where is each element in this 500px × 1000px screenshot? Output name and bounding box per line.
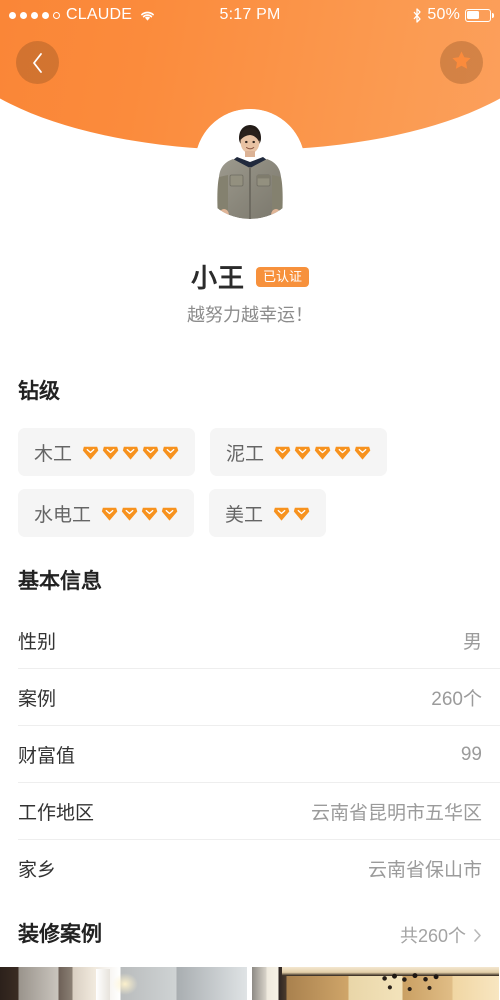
diamond-icon <box>294 446 311 460</box>
info-row: 性别 男 <box>18 612 500 669</box>
case-thumbnail[interactable] <box>0 967 247 1000</box>
bathroom-fixture <box>96 969 110 1000</box>
status-bar-left: CLAUDE <box>0 6 180 24</box>
skill-tag-row: 水电工 美工 <box>18 489 488 537</box>
battery-percent-label: 50% <box>427 6 460 23</box>
diamond-icon <box>354 446 371 460</box>
skill-tag[interactable]: 水电工 <box>18 489 195 537</box>
diamond-icon <box>161 507 178 521</box>
info-label: 案例 <box>18 689 57 710</box>
info-value: 云南省昆明市五华区 <box>310 803 482 824</box>
skill-tag-label: 水电工 <box>34 504 92 526</box>
info-value: 99 <box>460 743 482 765</box>
diamond-icon <box>293 507 310 521</box>
info-label: 家乡 <box>18 860 57 881</box>
skill-tag[interactable]: 泥工 <box>210 428 388 476</box>
diamond-icon <box>121 507 138 521</box>
diamond-section-title: 钻级 <box>18 380 60 403</box>
avatar[interactable] <box>195 109 305 219</box>
info-label: 财富值 <box>18 746 76 767</box>
diamond-icon <box>141 507 158 521</box>
info-row: 家乡 云南省保山市 <box>18 840 500 897</box>
diamond-icon <box>273 507 290 521</box>
cases-more-link[interactable]: 共260个 <box>400 922 482 948</box>
carrier-label: CLAUDE <box>66 6 133 23</box>
skill-tag-list: 木工 泥工 水电工 美工 <box>18 428 488 550</box>
status-badge: 已认证 <box>256 266 310 287</box>
wifi-icon <box>139 9 156 22</box>
chandelier <box>378 970 444 998</box>
cases-count-label: 共260个 <box>399 926 466 946</box>
star-icon <box>450 49 473 77</box>
signal-strength-icon <box>9 11 60 19</box>
info-value: 云南省保山市 <box>367 860 482 881</box>
favorite-button[interactable] <box>440 41 483 84</box>
diamond-icon <box>101 507 118 521</box>
diamond-icon <box>82 446 99 460</box>
case-thumbnail-strip <box>0 967 500 1000</box>
bluetooth-icon <box>412 7 422 23</box>
diamond-icon <box>162 446 179 460</box>
avatar-photo <box>195 109 305 219</box>
profile-tagline: 越努力越幸运！ <box>187 305 313 325</box>
gem-rating <box>273 505 310 522</box>
chevron-right-icon <box>473 928 482 943</box>
status-bar: CLAUDE 5:17 PM 50% <box>0 0 500 30</box>
skill-tag-row: 木工 泥工 <box>18 428 488 476</box>
gem-rating <box>274 444 371 461</box>
profile-screen: CLAUDE 5:17 PM 50% 小王 已认证 越努力越幸运！ 钻级 木工 … <box>0 0 500 1000</box>
basic-info-section-title: 基本信息 <box>18 570 102 593</box>
back-button[interactable] <box>16 41 59 84</box>
diamond-icon <box>274 446 291 460</box>
chevron-left-icon <box>31 52 44 74</box>
profile-name-row: 小王 已认证 <box>0 258 500 295</box>
skill-tag-label: 泥工 <box>226 443 265 465</box>
case-thumbnail[interactable] <box>252 967 499 1000</box>
diamond-icon <box>334 446 351 460</box>
cases-section-title: 装修案例 <box>18 923 102 946</box>
skill-tag-label: 美工 <box>225 504 264 526</box>
gem-rating <box>82 444 179 461</box>
clock-label: 5:17 PM <box>219 6 281 23</box>
diamond-icon <box>142 446 159 460</box>
info-row: 案例 260个 <box>18 669 500 726</box>
skill-tag[interactable]: 木工 <box>18 428 196 476</box>
diamond-icon <box>102 446 119 460</box>
info-value: 260个 <box>431 689 482 710</box>
diamond-icon <box>314 446 331 460</box>
info-label: 工作地区 <box>18 803 95 824</box>
info-value: 男 <box>462 632 482 653</box>
diamond-icon <box>122 446 139 460</box>
info-row: 财富值 99 <box>18 726 500 783</box>
skill-tag-label: 木工 <box>34 443 73 465</box>
info-label: 性别 <box>18 632 57 653</box>
info-row: 工作地区 云南省昆明市五华区 <box>18 783 500 840</box>
profile-name: 小王 <box>190 263 245 293</box>
light-glow <box>112 973 138 995</box>
basic-info-list: 性别 男 案例 260个 财富值 99 工作地区 云南省昆明市五华区 家乡 云南… <box>0 612 500 897</box>
gem-rating <box>101 505 178 522</box>
battery-icon <box>465 8 494 22</box>
skill-tag[interactable]: 美工 <box>209 489 327 537</box>
status-bar-right: 50% <box>320 6 500 24</box>
